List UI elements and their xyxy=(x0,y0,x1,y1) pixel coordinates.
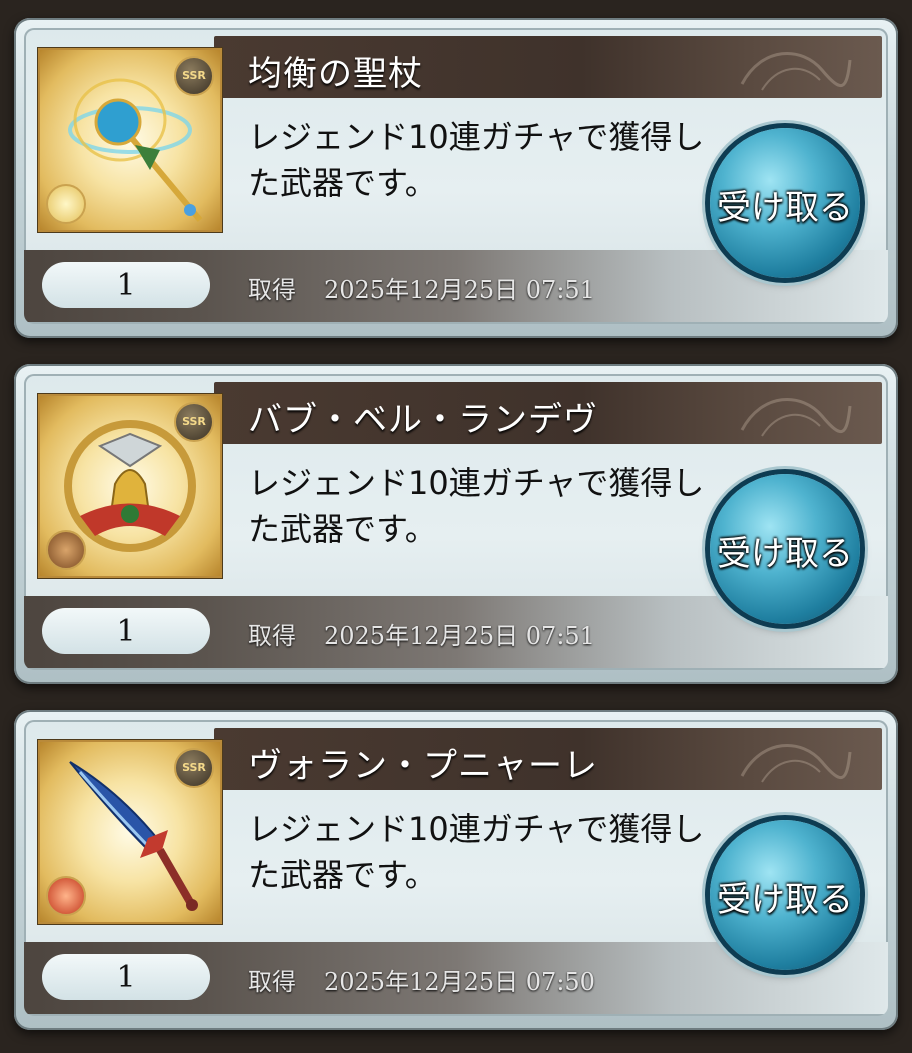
present-card-body: 均衡の聖杖 レジェンド10連ガチャで獲得した武器です。 1 取得 2025年12月… xyxy=(24,28,888,324)
weapon-thumbnail: SSR xyxy=(38,740,222,924)
acquired-info: 取得 2025年12月25日 07:50 xyxy=(248,962,595,997)
acquired-label: 取得 xyxy=(248,622,296,650)
item-name: ヴォラン・プニャーレ xyxy=(248,746,598,786)
rarity-badge: SSR xyxy=(174,402,214,442)
claim-button-label: 受け取る xyxy=(717,188,853,228)
item-description: レジェンド10連ガチャで獲得した武器です。 xyxy=(248,810,705,894)
weapon-thumbnail: SSR xyxy=(38,48,222,232)
item-description: レジェンド10連ガチャで獲得した武器です。 xyxy=(248,464,705,548)
acquired-label: 取得 xyxy=(248,276,296,304)
light-element-icon xyxy=(46,184,86,224)
claim-button[interactable]: 受け取る xyxy=(710,474,860,624)
acquired-date: 2025年12月25日 07:50 xyxy=(324,968,595,996)
acquired-date: 2025年12月25日 07:51 xyxy=(324,622,595,650)
acquired-label: 取得 xyxy=(248,968,296,996)
acquired-info: 取得 2025年12月25日 07:51 xyxy=(248,270,595,305)
item-quantity: 1 xyxy=(42,954,210,1000)
claim-button-label: 受け取る xyxy=(717,534,853,574)
acquired-info: 取得 2025年12月25日 07:51 xyxy=(248,616,595,651)
rarity-badge: SSR xyxy=(174,748,214,788)
claim-button[interactable]: 受け取る xyxy=(710,820,860,970)
weapon-thumbnail: SSR xyxy=(38,394,222,578)
item-quantity: 1 xyxy=(42,608,210,654)
present-card: バブ・ベル・ランデヴ レジェンド10連ガチャで獲得した武器です。 1 取得 202… xyxy=(14,364,898,684)
present-card-body: ヴォラン・プニャーレ レジェンド10連ガチャで獲得した武器です。 1 取得 202… xyxy=(24,720,888,1016)
item-description: レジェンド10連ガチャで獲得した武器です。 xyxy=(248,118,705,202)
present-card: 均衡の聖杖 レジェンド10連ガチャで獲得した武器です。 1 取得 2025年12月… xyxy=(14,18,898,338)
item-quantity: 1 xyxy=(42,262,210,308)
item-name: バブ・ベル・ランデヴ xyxy=(248,400,598,440)
title-bar: ヴォラン・プニャーレ xyxy=(214,728,882,790)
item-name: 均衡の聖杖 xyxy=(248,54,423,94)
ornament-icon xyxy=(740,743,852,783)
title-bar: バブ・ベル・ランデヴ xyxy=(214,382,882,444)
ornament-icon xyxy=(740,51,852,91)
acquired-date: 2025年12月25日 07:51 xyxy=(324,276,595,304)
present-list: 均衡の聖杖 レジェンド10連ガチャで獲得した武器です。 1 取得 2025年12月… xyxy=(0,0,912,1053)
ornament-icon xyxy=(740,397,852,437)
fire-element-icon xyxy=(46,876,86,916)
claim-button[interactable]: 受け取る xyxy=(710,128,860,278)
claim-button-label: 受け取る xyxy=(717,880,853,920)
present-card-body: バブ・ベル・ランデヴ レジェンド10連ガチャで獲得した武器です。 1 取得 202… xyxy=(24,374,888,670)
present-card: ヴォラン・プニャーレ レジェンド10連ガチャで獲得した武器です。 1 取得 202… xyxy=(14,710,898,1030)
earth-element-icon xyxy=(46,530,86,570)
title-bar: 均衡の聖杖 xyxy=(214,36,882,98)
rarity-badge: SSR xyxy=(174,56,214,96)
